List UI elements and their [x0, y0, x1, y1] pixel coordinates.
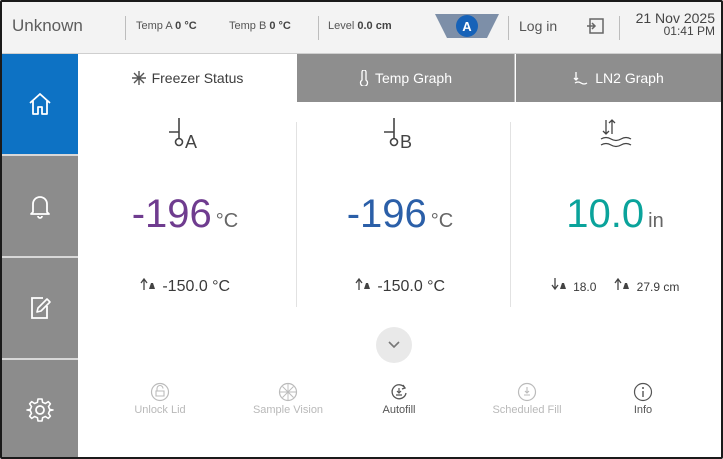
ln2-level-alarm-setpoints: 18.0 27.9 cm: [508, 277, 721, 296]
sidebar-item-alarms[interactable]: [2, 156, 78, 256]
login-link[interactable]: Log in: [519, 18, 557, 34]
home-icon: [29, 93, 51, 115]
scheduled-fill-button[interactable]: Scheduled Fill: [472, 382, 582, 416]
temp-b-readout: Temp B 0 °C: [229, 20, 291, 32]
info-icon: [633, 382, 653, 402]
ln2-level-icon: [508, 112, 721, 152]
gear-icon: [26, 398, 54, 422]
thermometer-b-icon: B: [293, 112, 507, 152]
status-divider: [619, 16, 620, 40]
scheduled-fill-icon: [517, 382, 537, 402]
autofill-button[interactable]: Autofill: [344, 382, 454, 416]
level-icon: [573, 72, 588, 85]
expand-button[interactable]: [376, 327, 412, 363]
bell-icon: [30, 196, 50, 219]
edit-icon: [31, 297, 51, 319]
info-button[interactable]: Info: [588, 382, 698, 416]
tab-freezer-status[interactable]: Freezer Status: [78, 54, 297, 102]
temp-a-card: A -196 °C -150.0 °C: [78, 102, 292, 312]
action-bar: Unlock Lid Sample Vision Autofill Schedu…: [78, 382, 721, 442]
temp-b-card: B -196 °C -150.0 °C: [293, 102, 507, 312]
sidebar-item-notes[interactable]: [2, 258, 78, 358]
sidebar: [2, 54, 78, 457]
date-time: 21 Nov 2025 01:41 PM: [636, 11, 715, 38]
high-alarm-icon: [140, 277, 155, 290]
high-alarm-icon: [614, 277, 630, 290]
low-alarm-icon: [551, 278, 566, 291]
svg-text:B: B: [400, 132, 412, 152]
ln2-level-card: 10.0 in 18.0 27.9 cm: [508, 102, 721, 312]
level-readout: Level 0.0 cm: [328, 20, 392, 32]
high-alarm-icon: [355, 277, 370, 290]
status-divider: [508, 16, 509, 40]
sidebar-item-home[interactable]: [2, 54, 78, 154]
status-bar: Unknown Temp A 0 °C Temp B 0 °C Level 0.…: [2, 2, 721, 54]
mode-badge: A: [435, 14, 499, 38]
tab-bar: Freezer Status Temp Graph LN2 Graph: [78, 54, 721, 102]
device-name: Unknown: [12, 16, 83, 35]
tab-temp-graph[interactable]: Temp Graph: [297, 54, 515, 102]
status-divider: [318, 16, 319, 40]
snowflake-icon: [131, 71, 146, 85]
temp-b-alarm-setpoint: -150.0 °C: [293, 277, 507, 296]
unlock-lid-button[interactable]: Unlock Lid: [105, 382, 215, 416]
temp-a-readout: Temp A 0 °C: [136, 20, 197, 32]
temp-a-value: -196 °C: [131, 192, 239, 236]
thermometer-a-icon: A: [78, 112, 292, 152]
lid-icon: [150, 382, 170, 402]
tab-ln2-graph[interactable]: LN2 Graph: [516, 54, 721, 102]
sample-vision-button[interactable]: Sample Vision: [233, 382, 343, 416]
svg-text:A: A: [462, 19, 472, 34]
device-screen: Unknown Temp A 0 °C Temp B 0 °C Level 0.…: [0, 0, 723, 459]
chevron-down-icon: [388, 341, 400, 349]
status-divider: [125, 16, 126, 40]
logout-icon[interactable]: [585, 17, 607, 37]
autofill-icon: [391, 384, 407, 400]
temp-a-alarm-setpoint: -150.0 °C: [78, 277, 292, 296]
temp-b-value: -196 °C: [346, 192, 454, 236]
svg-text:A: A: [185, 132, 197, 152]
thermometer-icon: [359, 70, 369, 86]
sample-vision-icon: [278, 382, 298, 402]
ln2-level-value: 10.0 in: [566, 192, 664, 236]
time-label: 01:41 PM: [663, 24, 715, 38]
sidebar-item-settings[interactable]: [2, 360, 78, 457]
